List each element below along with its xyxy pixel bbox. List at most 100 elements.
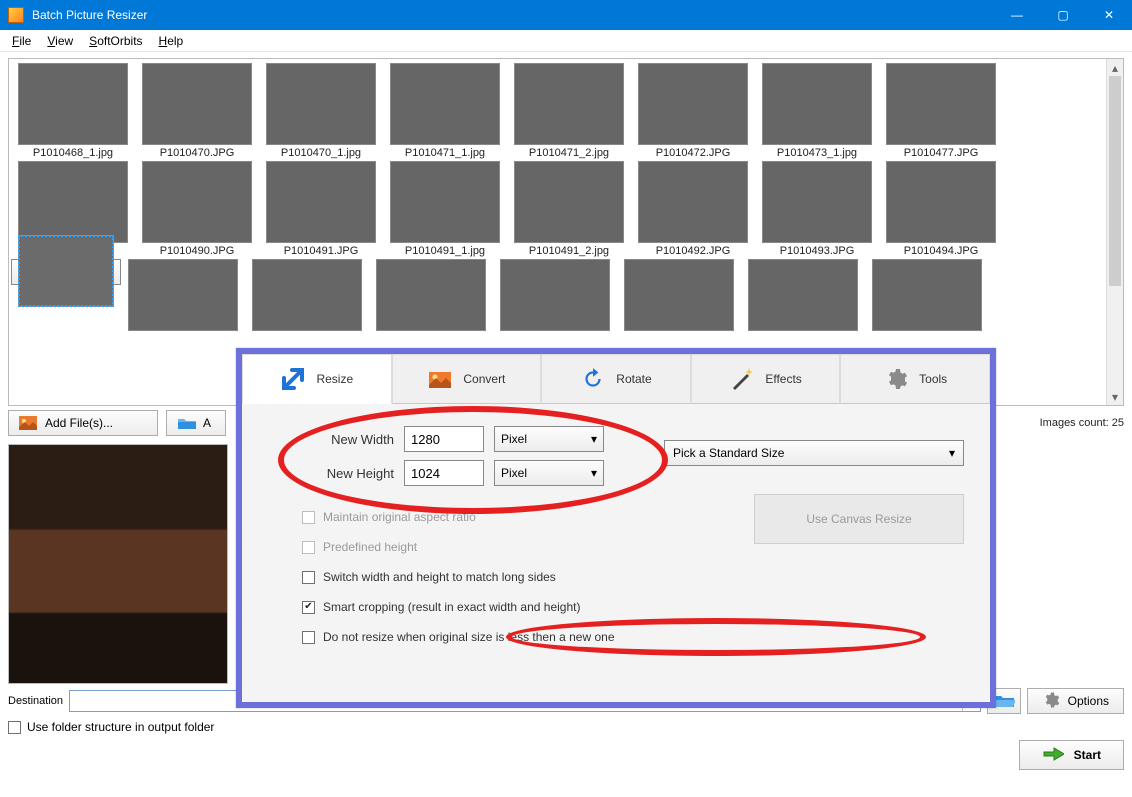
thumbnail-image [128,259,238,331]
scroll-up-icon[interactable]: ▴ [1107,59,1123,76]
thumbnail-image [638,161,748,243]
thumbnail-item[interactable] [493,259,617,333]
start-button[interactable]: Start [1019,740,1124,770]
tab-tools-label: Tools [919,372,947,386]
menu-softorbits[interactable]: SoftOrbits [83,32,148,50]
add-files-label: Add File(s)... [45,416,113,430]
app-icon [8,7,24,23]
use-folder-checkbox[interactable] [8,721,21,734]
start-row: Start [8,740,1124,770]
maintain-aspect-checkbox[interactable] [302,511,315,524]
width-unit-value: Pixel [501,432,527,446]
scroll-down-icon[interactable]: ▾ [1107,388,1123,405]
scrollbar-thumb[interactable] [1109,76,1121,286]
menu-file[interactable]: File [6,32,37,50]
thumbnail-item[interactable]: P1010470_1.jpg [259,63,383,159]
tab-resize[interactable]: Resize [242,354,392,404]
titlebar: Batch Picture Resizer ― ▢ ✕ [0,0,1132,30]
tab-rotate-label: Rotate [616,372,651,386]
thumbnail-item[interactable] [369,259,493,333]
thumbnail-caption: P1010491_1.jpg [383,245,507,257]
thumbnail-item[interactable]: P1010471_2.jpg [507,63,631,159]
thumbnail-item[interactable]: P1010468_1.jpg [11,63,135,159]
thumbnail-item[interactable]: P1010493.JPG [755,161,879,257]
height-unit-select[interactable]: Pixel▾ [494,460,604,486]
thumbnail-image [514,161,624,243]
thumbnail-caption: P1010490.JPG [135,245,259,257]
thumbnail-image [886,63,996,145]
predefined-height-label: Predefined height [323,540,417,554]
thumbnail-item[interactable]: P1010490.JPG [135,161,259,257]
thumbnail-item[interactable] [121,259,245,333]
thumbnail-item[interactable]: P1010471_1.jpg [383,63,507,159]
width-unit-select[interactable]: Pixel▾ [494,426,604,452]
minimize-button[interactable]: ― [994,0,1040,30]
thumbnail-image [500,259,610,331]
thumbnail-item[interactable]: P1010492.JPG [631,161,755,257]
thumbnail-item[interactable] [865,259,989,333]
thumbnail-item[interactable]: P1010494.JPG [879,161,1003,257]
preview-pane [8,444,228,684]
convert-icon [427,366,453,392]
add-folder-button[interactable]: A [166,410,226,436]
canvas-resize-button[interactable]: Use Canvas Resize [754,494,964,544]
thumbnail-caption: P1010472.JPG [631,147,755,159]
new-width-input[interactable] [404,426,484,452]
thumbnail-item[interactable] [11,259,121,285]
add-folder-label: A [203,416,211,430]
predefined-height-checkbox[interactable] [302,541,315,554]
resize-icon [280,366,306,392]
thumbnail-item[interactable]: P1010491.JPG [259,161,383,257]
new-height-input[interactable] [404,460,484,486]
close-button[interactable]: ✕ [1086,0,1132,30]
thumbnail-item[interactable]: P1010491_2.jpg [507,161,631,257]
add-files-button[interactable]: Add File(s)... [8,410,158,436]
panel-tabs: Resize Convert Rotate Effects Tools [242,354,990,404]
standard-size-value: Pick a Standard Size [673,446,784,460]
thumbnail-item[interactable] [741,259,865,333]
thumbnail-caption: P1010473_1.jpg [755,147,879,159]
gear-icon [883,366,909,392]
settings-panel: Resize Convert Rotate Effects Tools New … [236,348,996,708]
thumbnail-caption: P1010477.JPG [879,147,1003,159]
thumbnail-item[interactable]: P1010491_1.jpg [383,161,507,257]
no-resize-smaller-checkbox[interactable] [302,631,315,644]
tab-effects-label: Effects [765,372,801,386]
destination-label: Destination [8,695,63,707]
options-button[interactable]: Options [1027,688,1124,714]
thumbnail-image [638,63,748,145]
thumbnail-item[interactable] [245,259,369,333]
chevron-down-icon: ▾ [591,466,597,480]
tab-convert[interactable]: Convert [392,354,542,404]
rotate-icon [580,366,606,392]
new-width-label: New Width [302,432,394,447]
menu-view[interactable]: View [41,32,79,50]
tab-tools[interactable]: Tools [840,354,990,404]
smart-cropping-label: Smart cropping (result in exact width an… [323,600,580,614]
switch-wh-checkbox[interactable] [302,571,315,584]
smart-cropping-checkbox[interactable] [302,601,315,614]
thumbnail-item[interactable] [617,259,741,333]
thumbnail-image [376,259,486,331]
thumbnail-caption: P1010493.JPG [755,245,879,257]
thumbnail-item[interactable]: P1010470.JPG [135,63,259,159]
standard-size-select[interactable]: Pick a Standard Size▾ [664,440,964,466]
thumbnail-image [762,63,872,145]
thumbnail-image [872,259,982,331]
options-label: Options [1068,694,1109,708]
thumbnail-caption: P1010470.JPG [135,147,259,159]
thumbnail-image [142,63,252,145]
maximize-button[interactable]: ▢ [1040,0,1086,30]
thumbnail-item[interactable]: P1010473_1.jpg [755,63,879,159]
use-folder-row: Use folder structure in output folder [8,720,1124,734]
thumbnail-item[interactable]: P1010472.JPG [631,63,755,159]
switch-wh-label: Switch width and height to match long si… [323,570,556,584]
thumbnail-item[interactable]: P1010477.JPG [879,63,1003,159]
thumbnail-caption: P1010470_1.jpg [259,147,383,159]
thumbnail-image [624,259,734,331]
menu-help[interactable]: Help [153,32,190,50]
gallery-scrollbar[interactable]: ▴ ▾ [1106,59,1123,405]
tab-rotate[interactable]: Rotate [541,354,691,404]
tab-effects[interactable]: Effects [691,354,841,404]
thumbnail-image [886,161,996,243]
